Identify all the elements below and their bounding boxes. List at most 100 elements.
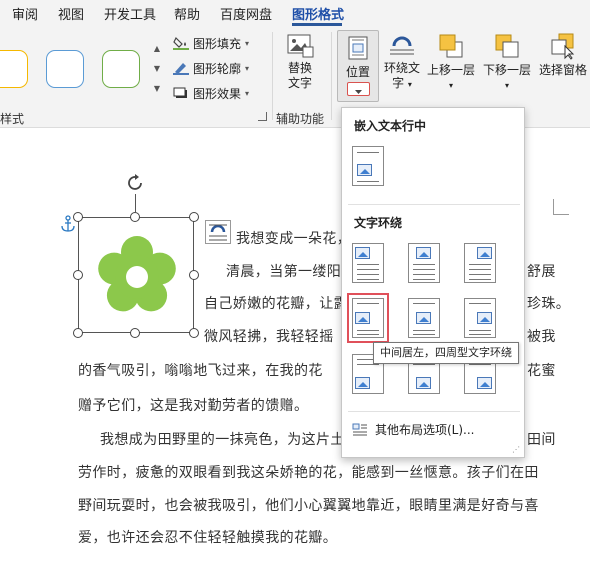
selection-pane-label: 选择窗格 bbox=[538, 63, 587, 77]
resize-handle[interactable] bbox=[189, 328, 199, 338]
doc-line-7: 我想成为田野里的一抹亮色，为这片土 bbox=[100, 432, 345, 448]
wrap-text-button[interactable]: 环绕文 字 ▾ bbox=[382, 32, 422, 92]
doc-line-2: 清晨，当第一缕阳 bbox=[226, 264, 342, 280]
shape-fill-label: 图形填充 bbox=[193, 36, 242, 51]
shape-effects-button[interactable]: 图形效果 ▾ bbox=[173, 83, 249, 103]
bring-forward-icon bbox=[437, 32, 465, 60]
doc-line-5-tail: 花蜜 bbox=[527, 363, 556, 379]
wrap-text-label-2: 字 ▾ bbox=[392, 76, 412, 90]
alt-text-icon bbox=[286, 32, 314, 58]
chevron-down-icon: ▾ bbox=[448, 81, 453, 90]
position-inline-option[interactable] bbox=[352, 146, 384, 186]
doc-line-1: 我想变成一朵花， bbox=[236, 231, 352, 247]
position-top-center-option[interactable] bbox=[408, 243, 440, 283]
tab-shape-format[interactable]: 图形格式 bbox=[292, 4, 344, 23]
selected-shape-frame[interactable] bbox=[78, 217, 194, 333]
styles-group-label: 样式 bbox=[0, 112, 25, 126]
selection-pane-icon bbox=[549, 32, 577, 60]
tab-baidu-netdisk[interactable]: 百度网盘 bbox=[220, 4, 272, 23]
resize-handle[interactable] bbox=[189, 270, 199, 280]
inline-section-header: 嵌入文本行中 bbox=[354, 119, 427, 133]
resize-handle[interactable] bbox=[73, 270, 83, 280]
doc-line-7-tail: 田间 bbox=[527, 432, 556, 448]
shape-fill-button[interactable]: 图形填充 ▾ bbox=[173, 33, 249, 53]
shape-effects-icon bbox=[173, 86, 189, 100]
more-layout-options-label: 其他布局选项(L)... bbox=[375, 423, 475, 437]
position-button[interactable]: 位置 bbox=[337, 30, 379, 102]
tab-review[interactable]: 审阅 bbox=[12, 4, 38, 23]
position-icon bbox=[348, 36, 368, 64]
position-middle-left-option[interactable] bbox=[347, 293, 389, 343]
resize-handle[interactable] bbox=[73, 328, 83, 338]
chevron-down-icon: ▾ bbox=[245, 88, 250, 98]
doc-line-5: 的香气吸引，嗡嗡地飞过来，在我的花 bbox=[78, 363, 323, 379]
wrap-text-label-1: 环绕文 bbox=[383, 61, 420, 75]
send-backward-label: 下移一层 bbox=[482, 63, 531, 77]
send-backward-icon bbox=[493, 32, 521, 60]
doc-line-8: 劳作时，疲惫的双眼看到我这朵娇艳的花，能感到一丝惬意。孩子们在田 bbox=[78, 465, 539, 481]
wrap-section-header: 文字环绕 bbox=[354, 216, 403, 230]
gallery-more-icon[interactable]: ▼ bbox=[148, 79, 166, 99]
position-dropdown-arrow[interactable] bbox=[347, 82, 370, 96]
resize-grip-icon[interactable]: ⋰ bbox=[512, 445, 520, 454]
doc-line-2-tail: 舒展 bbox=[527, 264, 556, 280]
tab-developer[interactable]: 开发工具 bbox=[104, 4, 156, 23]
bring-forward-label: 上移一层 bbox=[426, 63, 475, 77]
panel-divider bbox=[348, 411, 520, 412]
chevron-down-icon: ▾ bbox=[407, 80, 412, 89]
alt-text-label-2: 文字 bbox=[287, 76, 312, 90]
position-top-right-option[interactable] bbox=[464, 243, 496, 283]
tab-help[interactable]: 帮助 bbox=[174, 4, 200, 23]
resize-handle[interactable] bbox=[189, 212, 199, 222]
resize-handle[interactable] bbox=[73, 212, 83, 222]
shape-style-swatch-2[interactable] bbox=[46, 50, 84, 88]
rotate-connector bbox=[135, 194, 136, 212]
resize-handle[interactable] bbox=[130, 328, 140, 338]
panel-divider bbox=[348, 204, 520, 205]
chevron-down-icon: ▾ bbox=[504, 81, 509, 90]
alt-text-label-1: 替换 bbox=[287, 61, 312, 75]
doc-line-6: 赠予它们，这是我对勤劳者的馈赠。 bbox=[78, 398, 309, 414]
more-layout-options-item[interactable]: 其他布局选项(L)... bbox=[352, 421, 475, 438]
page-margin-marker bbox=[553, 199, 569, 215]
position-top-left-option[interactable] bbox=[352, 243, 384, 283]
send-backward-button[interactable]: 下移一层 ▾ bbox=[480, 32, 534, 93]
selection-pane-button[interactable]: 选择窗格 bbox=[536, 32, 590, 78]
shape-style-swatch-3[interactable] bbox=[102, 50, 140, 88]
style-gallery-scroll[interactable]: ▲ ▼ ▼ bbox=[148, 39, 166, 101]
group-divider bbox=[331, 32, 332, 120]
accessibility-group-label: 辅助功能 bbox=[276, 112, 325, 126]
dialog-launcher-icon[interactable] bbox=[258, 112, 267, 121]
position-dropdown-panel: 嵌入文本行中 文字环绕 其他布局选项(L)... ⋰ bbox=[341, 107, 525, 458]
shape-style-swatch-1[interactable] bbox=[0, 50, 28, 88]
rotate-handle-icon[interactable] bbox=[124, 172, 146, 194]
position-middle-center-option[interactable] bbox=[408, 298, 440, 338]
group-divider bbox=[272, 32, 273, 120]
shape-outline-button[interactable]: 图形轮廓 ▾ bbox=[173, 58, 249, 78]
doc-line-4-tail: 被我 bbox=[527, 329, 556, 345]
menu-bar: 审阅 视图 开发工具 帮助 百度网盘 图形格式 bbox=[0, 0, 590, 26]
flower-shape[interactable] bbox=[95, 234, 179, 322]
doc-line-4: 微风轻拂，我轻轻摇 bbox=[204, 329, 334, 345]
position-middle-right-option[interactable] bbox=[464, 298, 496, 338]
chevron-up-icon[interactable]: ▲ bbox=[148, 39, 166, 59]
wrap-text-icon bbox=[388, 32, 416, 58]
layout-options-icon bbox=[352, 423, 368, 437]
chevron-down-icon[interactable]: ▼ bbox=[148, 59, 166, 79]
doc-line-9: 野间玩耍时，也会被我吸引，他们小心翼翼地靠近，眼睛里满是好奇与喜 bbox=[78, 498, 539, 514]
chevron-down-icon: ▾ bbox=[245, 38, 250, 48]
chevron-down-icon: ▾ bbox=[245, 63, 250, 73]
shape-effects-label: 图形效果 bbox=[193, 86, 242, 101]
wrap-option-tooltip: 中间居左，四周型文字环绕 bbox=[373, 342, 519, 364]
shape-outline-label: 图形轮廓 bbox=[193, 61, 242, 76]
resize-handle[interactable] bbox=[130, 212, 140, 222]
pen-icon bbox=[173, 61, 189, 75]
doc-line-3-tail: 珍珠。 bbox=[527, 296, 571, 312]
paint-bucket-icon bbox=[173, 36, 189, 50]
doc-line-3: 自己娇嫩的花瓣，让露 bbox=[204, 296, 348, 312]
layout-options-icon[interactable] bbox=[205, 220, 231, 244]
tab-view[interactable]: 视图 bbox=[58, 4, 84, 23]
bring-forward-button[interactable]: 上移一层 ▾ bbox=[424, 32, 478, 93]
position-label: 位置 bbox=[345, 65, 370, 79]
alt-text-button[interactable]: 替换 文字 bbox=[280, 32, 320, 91]
